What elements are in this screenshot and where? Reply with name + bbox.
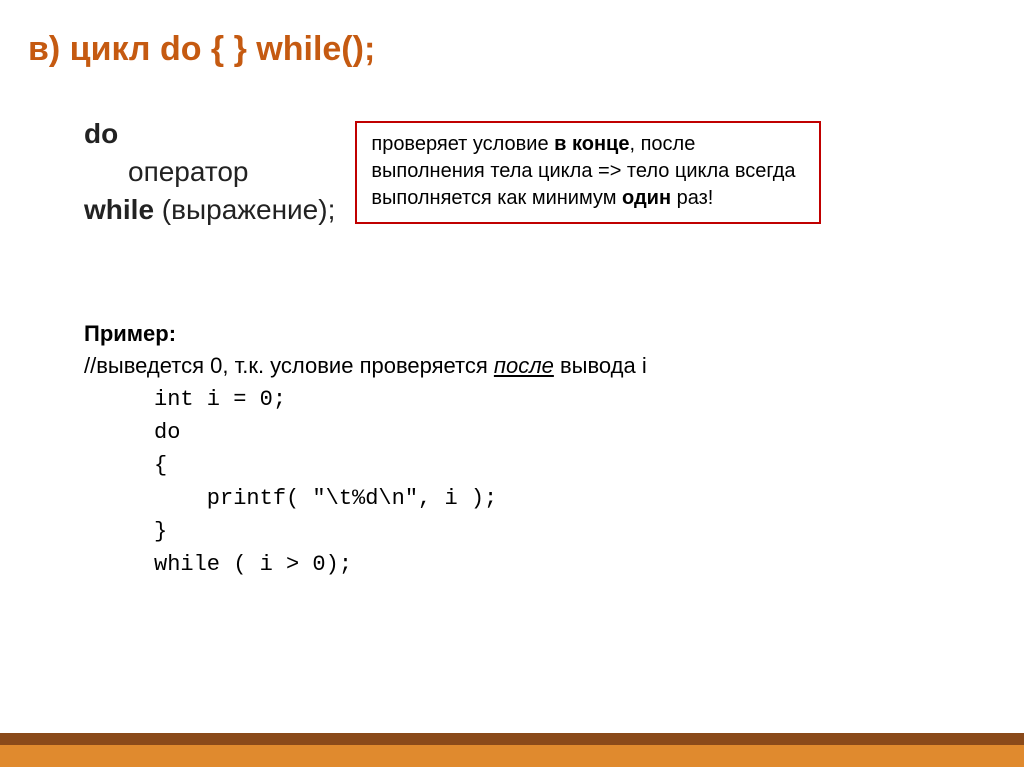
callout-bold-1: в конце (554, 133, 629, 155)
callout-text-3: раз! (671, 187, 713, 209)
callout-box: проверяет условие в конце, после выполне… (355, 121, 821, 224)
content-row: do оператор while (выражение); проверяет… (28, 115, 996, 228)
example-desc-pre: //выведется 0, т.к. условие проверяется (84, 353, 494, 378)
syntax-expression: (выражение); (162, 194, 336, 225)
example-label: Пример: (84, 318, 996, 349)
callout-text-1: проверяет условие (371, 133, 554, 155)
syntax-do: do (84, 118, 118, 149)
slide-title: в) цикл do { } while(); (28, 30, 996, 69)
syntax-operator: оператор (128, 156, 249, 187)
syntax-while: while (84, 194, 154, 225)
footer-bottom-stripe (0, 745, 1024, 767)
example-desc-post: вывода i (554, 353, 647, 378)
footer-top-stripe (0, 733, 1024, 745)
example-block: Пример: //выведется 0, т.к. условие пров… (28, 318, 996, 580)
callout-bold-2: один (622, 187, 671, 209)
example-code: int i = 0; do { рrintf( "\t%d\n", i ); }… (154, 383, 996, 581)
footer-bar (0, 733, 1024, 767)
slide: в) цикл do { } while(); do оператор whil… (0, 0, 1024, 767)
example-description: //выведется 0, т.к. условие проверяется … (84, 350, 996, 381)
example-desc-after: после (494, 353, 554, 378)
syntax-block: do оператор while (выражение); (84, 115, 335, 228)
